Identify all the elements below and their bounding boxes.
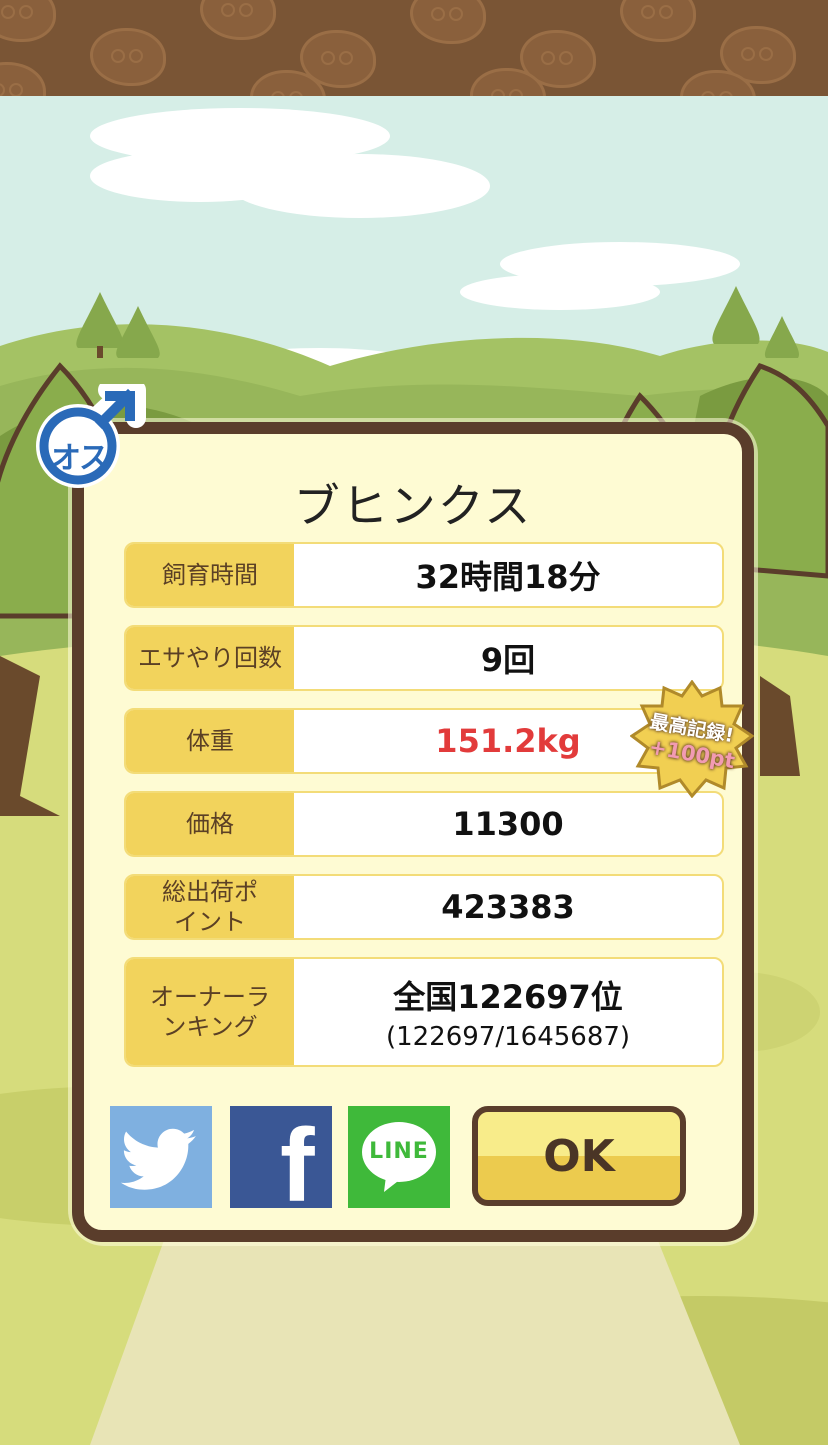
ranking-value: 全国122697位 [393,978,623,1016]
line-label: LINE [369,1139,429,1164]
game-screen: ブヒンクス 飼育時間 32時間18分 エサやり回数 9回 体重 151.2kg … [0,0,828,1445]
twitter-bird-icon [120,1128,196,1190]
stat-label: 総出荷ポイント [126,876,294,938]
stat-value: 11300 [452,805,564,843]
pet-name-title: ブヒンクス [293,479,533,533]
result-dialog: ブヒンクス 飼育時間 32時間18分 エサやり回数 9回 体重 151.2kg … [72,422,754,1242]
gender-label: オス [51,441,109,476]
stat-row-total-points: 総出荷ポイント 423383 [124,874,724,940]
stat-label: 価格 [126,793,294,855]
stat-row-breeding-time: 飼育時間 32時間18分 [124,542,724,608]
stat-value: 32時間18分 [415,558,601,596]
top-pattern-bar [0,0,828,96]
ok-button[interactable]: OK [472,1106,686,1206]
ranking-detail: (122697/1645687) [385,1022,631,1052]
stat-label: オーナーランキング [126,959,294,1065]
twitter-share-button[interactable] [110,1106,212,1208]
stat-label: エサやり回数 [126,627,294,689]
male-gender-badge: オス [30,380,150,494]
stat-value: 423383 [441,888,575,926]
high-score-badge: 最高記録! +100pt [629,679,755,799]
facebook-share-button[interactable]: f [230,1106,332,1218]
stat-label-text: 総出荷ポイント [162,878,258,936]
stat-row-owner-ranking: オーナーランキング 全国122697位 (122697/1645687) [124,957,724,1067]
stat-row-price: 価格 11300 [124,791,724,857]
stat-label: 飼育時間 [126,544,294,606]
stat-label-text: オーナーランキング [150,983,270,1041]
facebook-f-icon: f [280,1108,315,1224]
stat-label: 体重 [126,710,294,772]
stat-value: 全国122697位 (122697/1645687) [294,959,722,1065]
line-share-button[interactable]: LINE [348,1106,450,1208]
